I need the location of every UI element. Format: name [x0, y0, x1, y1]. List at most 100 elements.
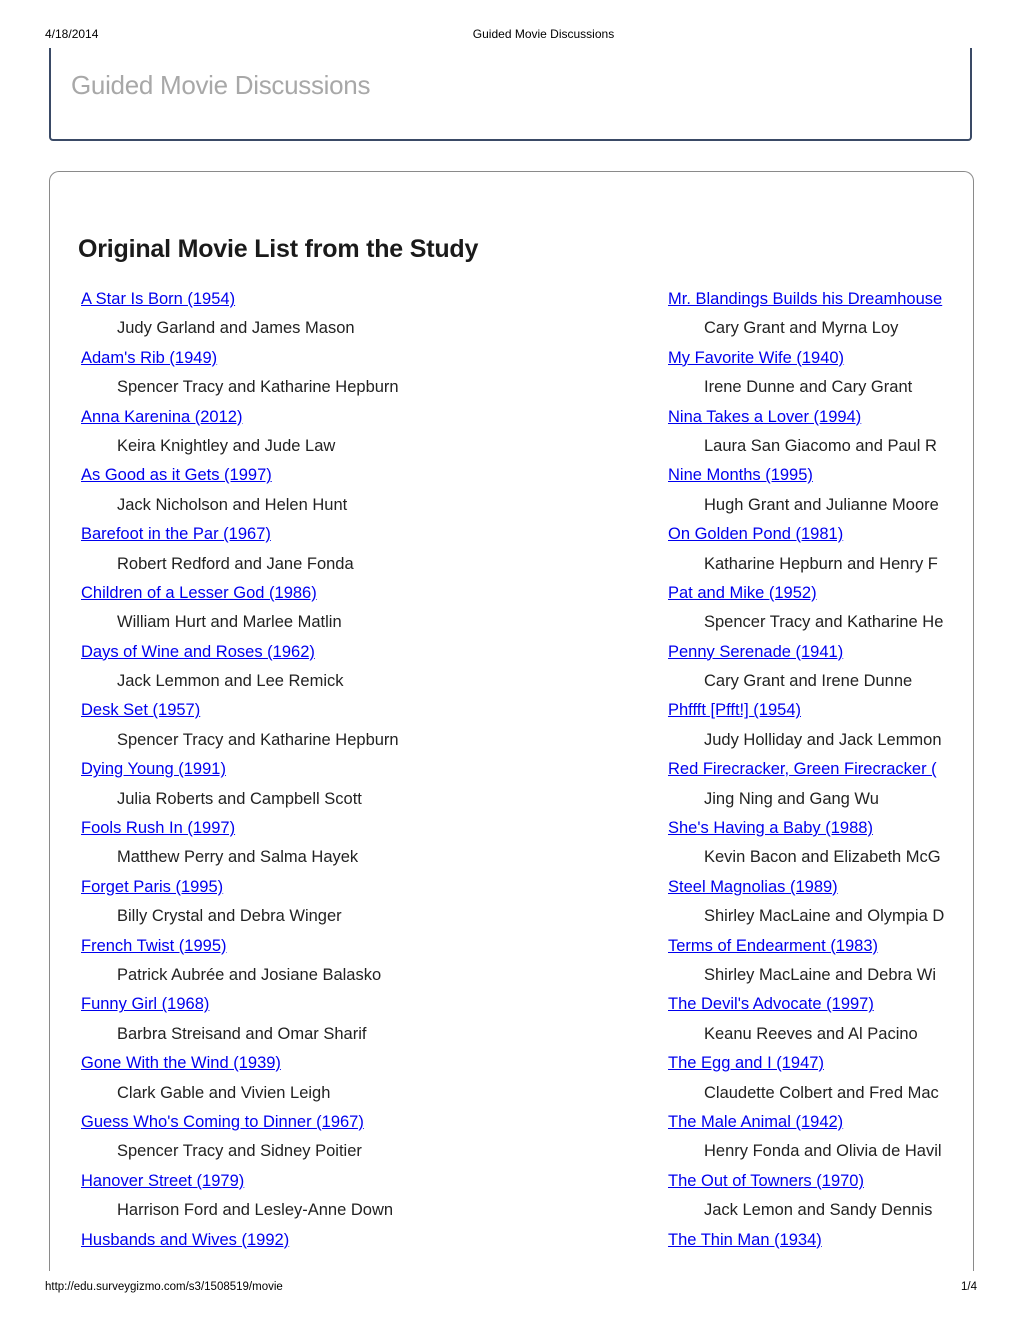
movie-link[interactable]: Steel Magnolias (1989) [668, 873, 952, 902]
movie-stars: Billy Crystal and Debra Winger [117, 907, 342, 926]
movie-entry: Phffft [Pfft!] (1954) Judy Holliday and J… [668, 696, 952, 755]
movie-link[interactable]: The Out of Towners (1970) [668, 1167, 952, 1196]
movie-link[interactable]: Nina Takes a Lover (1994) [668, 403, 952, 432]
content-card: Original Movie List from the Study A Sta… [49, 171, 974, 1271]
movie-link[interactable]: Adam's Rib (1949) [81, 344, 641, 373]
movie-link[interactable]: Barefoot in the Par (1967) [81, 520, 641, 549]
site-title: Guided Movie Discussions [71, 70, 371, 100]
movie-link[interactable]: Hanover Street (1979) [81, 1167, 641, 1196]
movie-link[interactable]: Children of a Lesser God (1986) [81, 579, 641, 608]
movie-link[interactable]: Mr. Blandings Builds his Dreamhouse [668, 285, 952, 314]
movie-link[interactable]: Fools Rush In (1997) [81, 814, 641, 843]
movie-stars: Cary Grant and Irene Dunne [704, 672, 913, 691]
movie-link[interactable]: The Male Animal (1942) [668, 1108, 952, 1137]
movie-entry: Forget Paris (1995) Billy Crystal and Deb… [81, 873, 641, 932]
movie-entry: Nina Takes a Lover (1994) Laura San Giaco… [668, 403, 952, 462]
movie-stars: Jack Nicholson and Helen Hunt [117, 495, 348, 514]
movie-stars: Spencer Tracy and Katharine Hepburn [117, 730, 399, 749]
movie-stars: Clark Gable and Vivien Leigh [117, 1083, 331, 1102]
movie-stars: Shirley MacLaine and Olympia D [704, 907, 945, 926]
movie-link[interactable]: Red Firecracker, Green Firecracker ( [668, 755, 952, 784]
movie-stars: Keira Knightley and Jude Law [117, 436, 336, 455]
movie-entry: Fools Rush In (1997) Matthew Perry and Sa… [81, 814, 641, 873]
movie-entry: Hanover Street (1979) Harrison Ford and L… [81, 1167, 641, 1226]
movie-link[interactable]: She's Having a Baby (1988) [668, 814, 952, 843]
movie-stars: Judy Holliday and Jack Lemmon [704, 730, 942, 749]
movie-entry: Penny Serenade (1941) Cary Grant and Iren… [668, 638, 952, 697]
movie-stars: Henry Fonda and Olivia de Havil [704, 1142, 942, 1161]
movie-stars: Katharine Hepburn and Henry F [704, 554, 938, 573]
movie-entry: Pat and Mike (1952) Spencer Tracy and Kat… [668, 579, 952, 638]
movie-entry: Nine Months (1995) Hugh Grant and Juliann… [668, 461, 952, 520]
movie-link[interactable]: Gone With the Wind (1939) [81, 1049, 641, 1078]
movie-link[interactable]: Forget Paris (1995) [81, 873, 641, 902]
movie-link[interactable]: Phffft [Pfft!] (1954) [668, 696, 952, 725]
movie-entry: Husbands and Wives (1992) [81, 1226, 641, 1255]
movie-stars: Laura San Giacomo and Paul R [704, 436, 937, 455]
movie-entry: The Thin Man (1934) [668, 1226, 952, 1255]
movie-link[interactable]: Desk Set (1957) [81, 696, 641, 725]
movie-entry: Anna Karenina (2012) Keira Knightley and … [81, 403, 641, 462]
movie-link[interactable]: Penny Serenade (1941) [668, 638, 952, 667]
movie-link[interactable]: Days of Wine and Roses (1962) [81, 638, 641, 667]
movie-entry: Adam's Rib (1949) Spencer Tracy and Katha… [81, 344, 641, 403]
movie-entry: Dying Young (1991) Julia Roberts and Camp… [81, 755, 641, 814]
movie-stars: Matthew Perry and Salma Hayek [117, 848, 359, 867]
movie-entry: Red Firecracker, Green Firecracker ( Jing… [668, 755, 952, 814]
movie-entry: The Male Animal (1942) Henry Fonda and Ol… [668, 1108, 952, 1167]
movie-link[interactable]: Funny Girl (1968) [81, 990, 641, 1019]
movie-stars: William Hurt and Marlee Matlin [117, 613, 342, 632]
movie-stars: Irene Dunne and Cary Grant [704, 378, 913, 397]
movie-entry: The Devil's Advocate (1997) Keanu Reeves … [668, 990, 952, 1049]
movie-stars: Jack Lemmon and Lee Remick [117, 672, 344, 691]
movie-stars: Robert Redford and Jane Fonda [117, 554, 354, 573]
movie-list-left: A Star Is Born (1954) Judy Garland and Ja… [81, 285, 641, 1255]
movie-stars: Kevin Bacon and Elizabeth McG [704, 848, 941, 867]
movie-entry: The Egg and I (1947) Claudette Colbert an… [668, 1049, 952, 1108]
movie-link[interactable]: A Star Is Born (1954) [81, 285, 641, 314]
movie-stars: Claudette Colbert and Fred Mac [704, 1083, 939, 1102]
movie-stars: Julia Roberts and Campbell Scott [117, 789, 362, 808]
print-footer: http://edu.surveygizmo.com/s3/1508519/mo… [0, 1281, 1020, 1297]
movie-link[interactable]: Terms of Endearment (1983) [668, 932, 952, 961]
section-title: Original Movie List from the Study [78, 235, 479, 263]
movie-list-right: Mr. Blandings Builds his Dreamhouse Cary … [668, 285, 952, 1255]
movie-link[interactable]: Anna Karenina (2012) [81, 403, 641, 432]
movie-stars: Spencer Tracy and Katharine Hepburn [117, 378, 399, 397]
movie-stars: Spencer Tracy and Sidney Poitier [117, 1142, 362, 1161]
movie-link[interactable]: The Devil's Advocate (1997) [668, 990, 952, 1019]
movie-link[interactable]: As Good as it Gets (1997) [81, 461, 641, 490]
movie-link[interactable]: French Twist (1995) [81, 932, 641, 961]
movie-entry: Funny Girl (1968) Barbra Streisand and Om… [81, 990, 641, 1049]
movie-entry: My Favorite Wife (1940) Irene Dunne and C… [668, 344, 952, 403]
movie-entry: Steel Magnolias (1989) Shirley MacLaine a… [668, 873, 952, 932]
movie-link[interactable]: Guess Who's Coming to Dinner (1967) [81, 1108, 641, 1137]
movie-entry: Terms of Endearment (1983) Shirley MacLai… [668, 932, 952, 991]
movie-entry: On Golden Pond (1981) Katharine Hepburn a… [668, 520, 952, 579]
movie-stars: Keanu Reeves and Al Pacino [704, 1024, 918, 1043]
movie-stars: Patrick Aubrée and Josiane Balasko [117, 965, 382, 984]
movie-entry: The Out of Towners (1970) Jack Lemon and … [668, 1167, 952, 1226]
site-header-card: Guided Movie Discussions [49, 48, 972, 141]
print-header: 4/18/2014 Guided Movie Discussions [0, 27, 1020, 43]
movie-entry: Children of a Lesser God (1986) William H… [81, 579, 641, 638]
movie-stars: Hugh Grant and Julianne Moore [704, 495, 939, 514]
movie-stars: Jing Ning and Gang Wu [704, 789, 879, 808]
movie-stars: Harrison Ford and Lesley-Anne Down [117, 1201, 394, 1220]
movie-link[interactable]: The Thin Man (1934) [668, 1226, 952, 1255]
movie-entry: Mr. Blandings Builds his Dreamhouse Cary … [668, 285, 952, 344]
movie-entry: Barefoot in the Par (1967) Robert Redford… [81, 520, 641, 579]
page-number: 1/4 [961, 1281, 977, 1293]
movie-link[interactable]: Pat and Mike (1952) [668, 579, 952, 608]
movie-entry: As Good as it Gets (1997) Jack Nicholson … [81, 461, 641, 520]
movie-stars: Barbra Streisand and Omar Sharif [117, 1024, 367, 1043]
movie-stars: Shirley MacLaine and Debra Wi [704, 965, 937, 984]
movie-link[interactable]: My Favorite Wife (1940) [668, 344, 952, 373]
movie-link[interactable]: Dying Young (1991) [81, 755, 641, 784]
movie-entry: Gone With the Wind (1939) Clark Gable and… [81, 1049, 641, 1108]
movie-link[interactable]: On Golden Pond (1981) [668, 520, 952, 549]
movie-link[interactable]: Husbands and Wives (1992) [81, 1226, 641, 1255]
movie-link[interactable]: The Egg and I (1947) [668, 1049, 952, 1078]
movie-entry: French Twist (1995) Patrick Aubrée and Jo… [81, 932, 641, 991]
movie-link[interactable]: Nine Months (1995) [668, 461, 952, 490]
